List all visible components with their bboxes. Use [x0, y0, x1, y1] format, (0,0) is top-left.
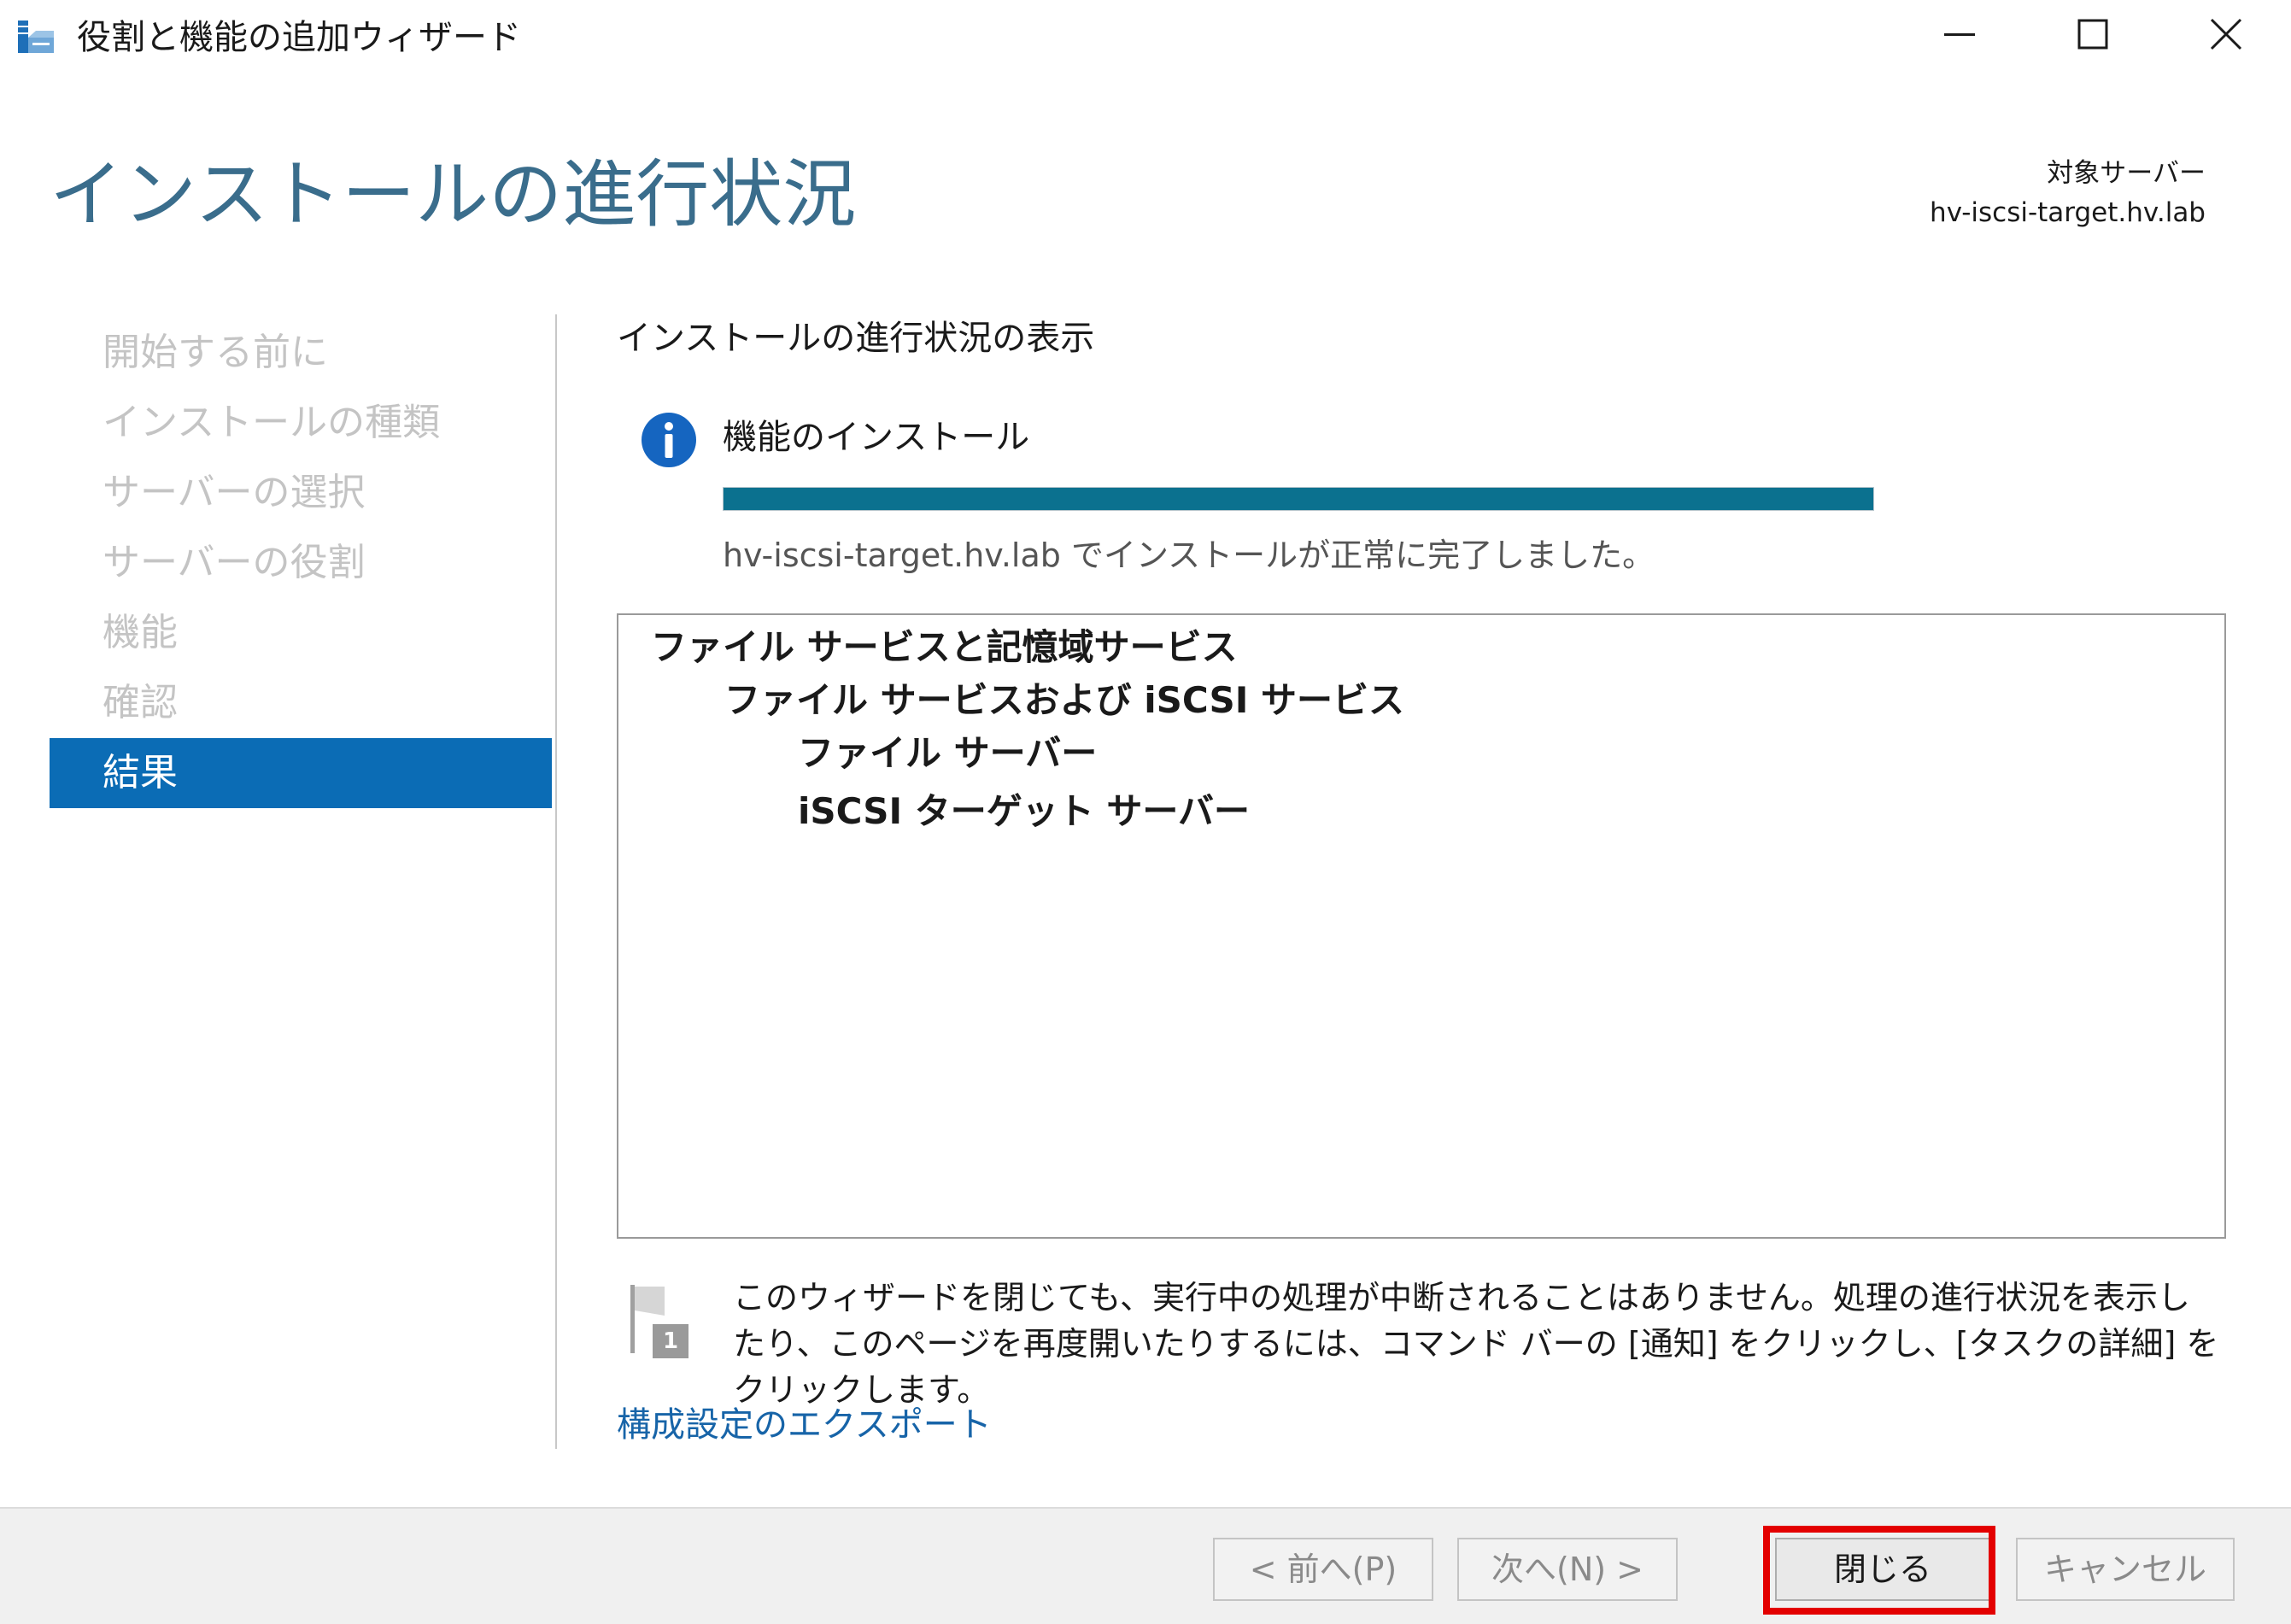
- progress-bar: [723, 487, 1874, 511]
- install-status-text: hv-iscsi-target.hv.lab でインストールが正常に完了しました…: [723, 536, 1655, 574]
- notification-count-badge: 1: [662, 1328, 679, 1354]
- target-server-name: hv-iscsi-target.hv.lab: [1930, 197, 2206, 228]
- progress-bar-fill: [724, 488, 1873, 510]
- tree-item-iscsi-target-server: iSCSI ターゲット サーバー: [798, 790, 1250, 832]
- section-title: インストールの進行状況の表示: [617, 319, 1095, 358]
- nav-item-confirmation: 確認: [103, 681, 178, 724]
- notification-flag-icon: 1: [627, 1281, 695, 1363]
- nav-item-results[interactable]: 結果: [50, 738, 552, 808]
- tree-item-file-storage-services: ファイル サービスと記憶域サービス: [651, 626, 1238, 668]
- export-configuration-link[interactable]: 構成設定のエクスポート: [617, 1399, 992, 1451]
- cancel-button[interactable]: キャンセル: [2016, 1538, 2235, 1601]
- nav-item-before-you-begin: 開始する前に: [103, 331, 328, 374]
- target-server-label: 対象サーバー: [2047, 158, 2206, 189]
- title-bar: 役割と機能の追加ウィザード: [0, 0, 2291, 79]
- tree-item-file-server: ファイル サーバー: [798, 732, 1098, 774]
- window-title: 役割と機能の追加ウィザード: [77, 18, 521, 57]
- page-title: インストールの進行状況: [50, 152, 857, 237]
- progress-label: 機能のインストール: [723, 418, 1030, 457]
- next-button[interactable]: 次へ(N) >: [1457, 1538, 1678, 1601]
- close-icon: [2209, 17, 2243, 55]
- server-manager-wizard-icon: [15, 15, 58, 58]
- tree-item-file-iscsi-services: ファイル サービスおよび iSCSI サービス: [724, 679, 1404, 721]
- results-list: ファイル サービスと記憶域サービス ファイル サービスおよび iSCSI サービ…: [617, 613, 2226, 1239]
- info-icon: [641, 412, 697, 468]
- nav-item-features: 機能: [103, 611, 178, 654]
- previous-button[interactable]: < 前へ(P): [1213, 1538, 1433, 1601]
- close-button[interactable]: 閉じる: [1775, 1538, 1990, 1601]
- nav-item-server-roles: サーバーの役割: [103, 541, 366, 584]
- close-window-button[interactable]: [2159, 0, 2291, 72]
- minimize-icon: [1942, 17, 1977, 55]
- maximize-icon: [2076, 17, 2110, 55]
- nav-item-installation-type: インストールの種類: [103, 401, 441, 444]
- minimize-button[interactable]: [1893, 0, 2026, 72]
- nav-item-server-selection: サーバーの選択: [103, 471, 366, 514]
- nav-divider: [555, 314, 557, 1449]
- maximize-button[interactable]: [2026, 0, 2159, 72]
- wizard-close-note: このウィザードを閉じても、実行中の処理が中断されることはありません。処理の進行状…: [733, 1279, 2219, 1409]
